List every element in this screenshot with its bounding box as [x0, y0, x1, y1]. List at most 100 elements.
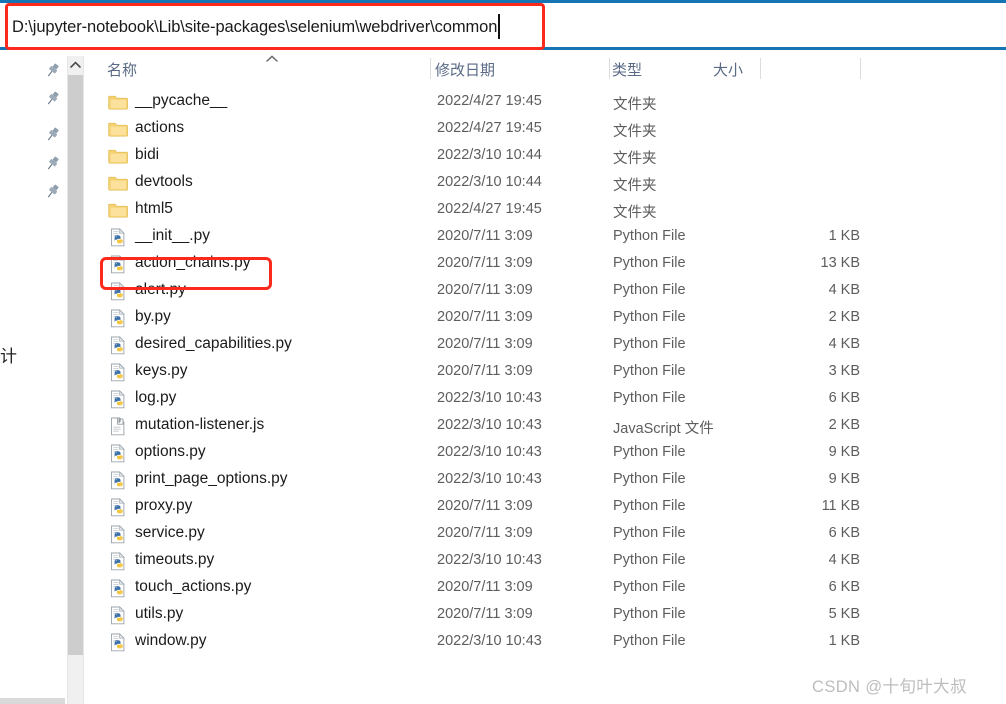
table-row[interactable]: window.py 2022/3/10 10:43 Python File 1 KB — [85, 629, 1006, 656]
file-size-cell: 11 KB — [821, 498, 860, 514]
python-file-icon — [108, 309, 128, 328]
table-row[interactable]: html5 2022/4/27 19:45 文件夹 — [85, 197, 1006, 224]
python-file-icon — [108, 390, 128, 409]
column-divider-2[interactable] — [609, 58, 610, 79]
table-row[interactable]: service.py 2020/7/11 3:09 Python File 6 KB — [85, 521, 1006, 548]
file-type-cell: Python File — [613, 255, 686, 271]
column-divider-3[interactable] — [760, 58, 761, 79]
table-row[interactable]: __pycache__ 2022/4/27 19:45 文件夹 — [85, 89, 1006, 116]
table-row[interactable]: touch_actions.py 2020/7/11 3:09 Python Fil… — [85, 575, 1006, 602]
file-size-cell: 6 KB — [828, 579, 860, 595]
nav-selected-block — [0, 698, 65, 704]
quick-access-pin-3[interactable] — [44, 126, 61, 143]
file-name-cell: proxy.py — [135, 497, 193, 514]
pushpin-icon — [47, 63, 59, 77]
text-caret — [498, 14, 500, 39]
python-file-icon — [111, 444, 125, 463]
file-size-cell: 2 KB — [828, 417, 860, 433]
python-file-icon — [108, 444, 128, 463]
sort-ascending-caret-icon — [266, 55, 278, 62]
file-name-cell: log.py — [135, 389, 177, 406]
date-modified-cell: 2020/7/11 3:09 — [437, 579, 533, 595]
file-explorer-window: 计 名称 修改日期 类型 大小 __pycache__ 2022/4/27 19:45 文… — [0, 0, 1006, 704]
scrollbar-thumb[interactable] — [68, 75, 83, 655]
table-row[interactable]: action_chains.py 2020/7/11 3:09 Python Fil… — [85, 251, 1006, 278]
file-name-cell: __pycache__ — [135, 92, 228, 109]
table-row[interactable]: options.py 2022/3/10 10:43 Python File 9 KB — [85, 440, 1006, 467]
table-row[interactable]: keys.py 2020/7/11 3:09 Python File 3 KB — [85, 359, 1006, 386]
file-type-cell: Python File — [613, 606, 686, 622]
date-modified-cell: 2022/4/27 19:45 — [437, 201, 542, 217]
date-modified-cell: 2020/7/11 3:09 — [437, 228, 533, 244]
folder-icon — [108, 203, 128, 218]
file-name-cell: alert.py — [135, 281, 186, 298]
python-file-icon — [108, 552, 128, 571]
file-type-cell: Python File — [613, 444, 686, 460]
file-size-cell: 13 KB — [820, 255, 861, 271]
column-header-type[interactable]: 类型 — [612, 59, 642, 80]
python-file-icon — [108, 633, 128, 652]
pushpin-icon — [47, 156, 59, 170]
file-name-cell: keys.py — [135, 362, 188, 379]
address-bar[interactable] — [0, 0, 1006, 50]
column-divider-1[interactable] — [430, 58, 431, 79]
python-file-icon — [111, 633, 125, 652]
watermark-label: CSDN @十旬叶大叔 — [812, 678, 967, 696]
file-type-cell: 文件夹 — [613, 205, 657, 221]
python-file-icon — [108, 336, 128, 355]
date-modified-cell: 2022/3/10 10:43 — [437, 444, 542, 460]
table-row[interactable]: actions 2022/4/27 19:45 文件夹 — [85, 116, 1006, 143]
table-row[interactable]: print_page_options.py 2022/3/10 10:43 Pyth… — [85, 467, 1006, 494]
python-file-icon — [108, 255, 128, 274]
file-type-cell: Python File — [613, 336, 686, 352]
table-row[interactable]: mutation-listener.js 2022/3/10 10:43 JavaS… — [85, 413, 1006, 440]
column-header-name[interactable]: 名称 — [107, 59, 137, 80]
file-type-cell: Python File — [613, 633, 686, 649]
file-name-cell: bidi — [135, 146, 160, 163]
table-row[interactable]: __init__.py 2020/7/11 3:09 Python File 1 KB — [85, 224, 1006, 251]
table-row[interactable]: desired_capabilities.py 2020/7/11 3:09 Pyt… — [85, 332, 1006, 359]
python-file-icon — [108, 525, 128, 544]
file-type-cell: Python File — [613, 228, 686, 244]
file-name-cell: timeouts.py — [135, 551, 215, 568]
column-header-date[interactable]: 修改日期 — [435, 59, 495, 80]
file-name-cell: __init__.py — [135, 227, 210, 244]
table-row[interactable]: bidi 2022/3/10 10:44 文件夹 — [85, 143, 1006, 170]
file-type-cell: Python File — [613, 471, 686, 487]
file-name-cell: mutation-listener.js — [135, 416, 265, 433]
folder-icon — [108, 176, 128, 191]
python-file-icon — [108, 606, 128, 625]
table-row[interactable]: utils.py 2020/7/11 3:09 Python File 5 KB — [85, 602, 1006, 629]
vertical-scrollbar[interactable] — [67, 56, 84, 704]
file-size-cell: 3 KB — [828, 363, 860, 379]
python-file-icon — [111, 471, 125, 490]
python-file-icon — [111, 336, 125, 355]
python-file-icon — [111, 606, 125, 625]
date-modified-cell: 2022/3/10 10:43 — [437, 390, 542, 406]
file-type-cell: Python File — [613, 552, 686, 568]
file-type-cell: Python File — [613, 363, 686, 379]
date-modified-cell: 2022/3/10 10:43 — [437, 552, 542, 568]
address-path-input[interactable] — [10, 12, 990, 42]
table-row[interactable]: log.py 2022/3/10 10:43 Python File 6 KB — [85, 386, 1006, 413]
table-row[interactable]: alert.py 2020/7/11 3:09 Python File 4 KB — [85, 278, 1006, 305]
quick-access-pin-4[interactable] — [44, 155, 61, 172]
column-header-size[interactable]: 大小 — [713, 59, 743, 80]
table-row[interactable]: timeouts.py 2022/3/10 10:43 Python File 4 K… — [85, 548, 1006, 575]
python-file-icon — [111, 363, 125, 382]
folder-icon — [108, 95, 128, 110]
quick-access-pin-5[interactable] — [44, 183, 61, 200]
column-divider-4[interactable] — [860, 58, 861, 79]
scroll-up-button[interactable] — [68, 56, 83, 73]
quick-access-pin-2[interactable] — [44, 90, 61, 107]
python-file-icon — [111, 552, 125, 571]
file-size-cell: 4 KB — [828, 336, 860, 352]
table-row[interactable]: devtools 2022/3/10 10:44 文件夹 — [85, 170, 1006, 197]
quick-access-pin-1[interactable] — [44, 62, 61, 79]
file-type-cell: Python File — [613, 525, 686, 541]
file-name-cell: options.py — [135, 443, 206, 460]
date-modified-cell: 2020/7/11 3:09 — [437, 255, 533, 271]
table-row[interactable]: by.py 2020/7/11 3:09 Python File 2 KB — [85, 305, 1006, 332]
table-row[interactable]: proxy.py 2020/7/11 3:09 Python File 11 KB — [85, 494, 1006, 521]
date-modified-cell: 2022/3/10 10:44 — [437, 147, 542, 163]
